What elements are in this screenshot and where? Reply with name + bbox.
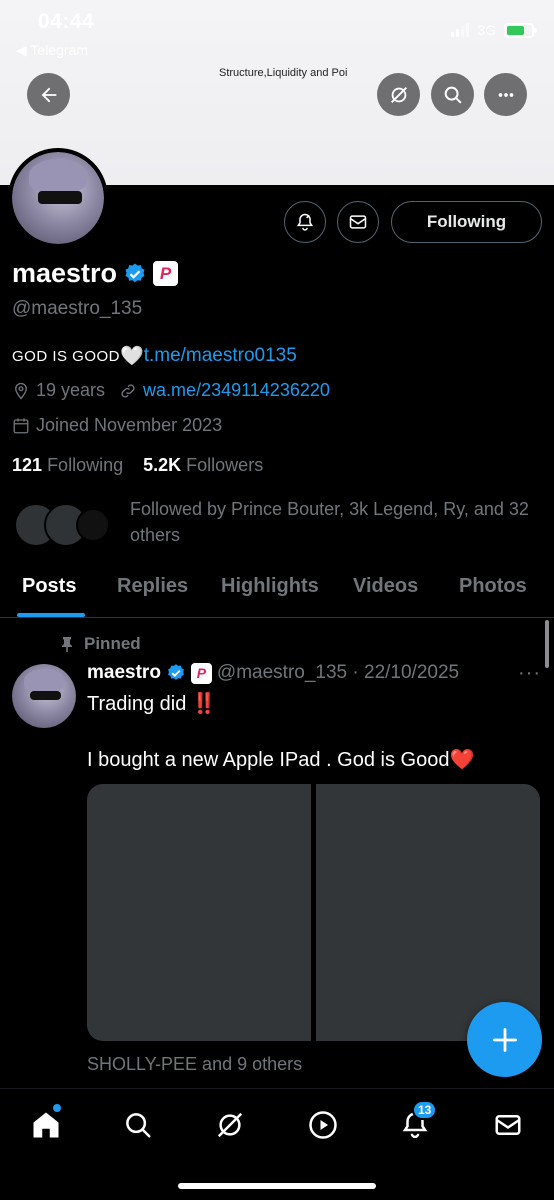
pin-icon [62, 637, 72, 652]
profile-bio: GOD IS GOOD 🤍 t.me/maestro0135 [12, 344, 297, 368]
nav-messages[interactable] [491, 1108, 525, 1142]
website-link[interactable]: wa.me/2349114236220 [143, 380, 330, 401]
nav-notifications[interactable]: 13 [398, 1100, 438, 1142]
link-icon [121, 383, 135, 398]
profile-handle: @maestro_135 [12, 298, 143, 319]
post-author-avatar[interactable] [12, 664, 76, 728]
post-media-grid[interactable] [87, 784, 540, 1041]
home-icon [33, 1112, 59, 1138]
more-button[interactable] [484, 73, 527, 116]
follower-avatar [76, 508, 110, 542]
nav-grok[interactable] [213, 1108, 247, 1142]
active-tab-indicator [17, 613, 85, 617]
pinned-label: Pinned [60, 634, 141, 654]
affiliate-badge-icon: P [190, 662, 212, 684]
home-indicator[interactable] [178, 1183, 376, 1189]
joined-text: Joined November 2023 [36, 415, 223, 435]
play-icon [309, 1111, 337, 1139]
grok-button[interactable] [377, 73, 420, 116]
notifications-badge: 13 [412, 1100, 438, 1120]
bio-heart: 🤍 [120, 346, 144, 367]
followed-by-text[interactable]: Followed by Prince Bouter, 3k Legend, Ry… [130, 496, 540, 548]
back-button[interactable] [27, 73, 70, 116]
scrollbar[interactable] [545, 620, 549, 668]
following-count-link[interactable]: 121 Following [12, 455, 123, 475]
bell-check-icon [296, 213, 314, 231]
location-icon [15, 382, 27, 400]
back-to-telegram[interactable]: ◀ Telegram [16, 42, 88, 59]
post-text-line1: Trading did ‼️ [87, 693, 217, 715]
post-more-button[interactable]: ··· [518, 662, 541, 685]
profile-name-row: maestro P [12, 258, 179, 289]
post-header: maestro P @maestro_135 · 22/10/2025 [87, 662, 459, 684]
search-icon [444, 86, 461, 103]
battery-icon [504, 22, 537, 38]
tab-posts[interactable]: Posts [22, 575, 76, 598]
tab-replies[interactable]: Replies [117, 575, 188, 598]
nav-home[interactable] [29, 1104, 63, 1142]
plus-icon [492, 1027, 517, 1052]
tab-videos[interactable]: Videos [353, 575, 418, 598]
profile-tabs: Posts Replies Highlights Videos Photos [0, 560, 554, 618]
post-media-image[interactable] [87, 784, 311, 1041]
post-meta: @maestro_135 · 22/10/2025 [216, 662, 460, 683]
post-author-name[interactable]: maestro [87, 662, 161, 684]
avatar-image [12, 152, 104, 244]
search-button[interactable] [431, 73, 474, 116]
nav-search[interactable] [121, 1108, 155, 1142]
grok-icon [390, 86, 407, 103]
followers-count-link[interactable]: 5.2K Followers [143, 455, 263, 475]
avatar-image [12, 664, 76, 728]
nav-video[interactable] [306, 1108, 340, 1142]
post-likers[interactable]: SHOLLY-PEE and 9 others [87, 1054, 302, 1075]
verified-icon [168, 664, 184, 680]
location-row: 19 years wa.me/2349114236220 [12, 380, 330, 401]
status-indicators: 3G [451, 22, 537, 38]
tab-photos[interactable]: Photos [459, 575, 527, 598]
following-button[interactable]: Following [391, 201, 542, 243]
joined-row: Joined November 2023 [12, 415, 222, 436]
message-button[interactable] [337, 201, 379, 243]
mail-icon [495, 1115, 521, 1135]
location-text: 19 years [36, 380, 106, 400]
bio-link[interactable]: t.me/maestro0135 [144, 345, 297, 367]
more-icon [498, 92, 513, 97]
network-label: 3G [477, 22, 496, 38]
notify-button[interactable] [284, 201, 326, 243]
status-time: 04:44 [38, 10, 95, 33]
profile-avatar[interactable] [8, 148, 108, 248]
post-text-line2: I bought a new Apple IPad . God is Good❤… [87, 749, 475, 771]
bio-text: GOD IS GOOD [12, 347, 121, 365]
arrow-left-icon [41, 87, 56, 102]
follow-counts: 121 Following 5.2K Followers [12, 455, 263, 476]
verified-icon[interactable] [123, 262, 147, 286]
home-unread-dot [53, 1104, 61, 1112]
compose-button[interactable] [467, 1002, 542, 1077]
grok-icon [217, 1112, 243, 1138]
calendar-icon [13, 418, 29, 433]
affiliate-badge-icon[interactable]: P [153, 261, 179, 286]
banner-title: Structure,Liquidity and Poi [219, 67, 348, 79]
search-icon [126, 1113, 151, 1138]
tab-highlights[interactable]: Highlights [221, 575, 319, 598]
mail-icon [349, 215, 367, 229]
signal-icon [451, 23, 470, 37]
profile-name: maestro [12, 258, 118, 288]
